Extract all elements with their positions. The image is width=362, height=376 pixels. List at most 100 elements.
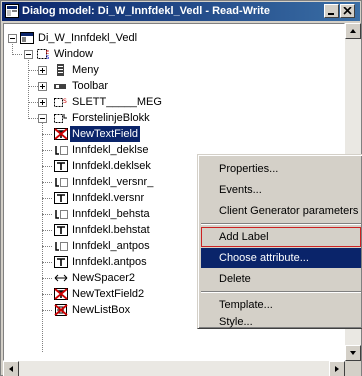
tree-node-label: Innfdekl.deklsek xyxy=(72,160,151,172)
horizontal-scrollbar[interactable] xyxy=(3,361,345,376)
spacer-icon xyxy=(54,274,68,282)
tree-node-newlistbox[interactable]: NewListBox xyxy=(4,302,204,318)
dialog-model-icon xyxy=(20,32,34,44)
expand-toggle[interactable] xyxy=(38,66,47,75)
tree-connector xyxy=(42,262,52,263)
tree-node-newtextfield[interactable]: NewTextField xyxy=(4,126,204,142)
scroll-down-button[interactable] xyxy=(345,345,361,361)
menu-item-events[interactable]: Events... xyxy=(201,180,361,200)
menu-separator xyxy=(201,291,361,293)
collapse-toggle[interactable] xyxy=(38,114,47,123)
scroll-up-button[interactable] xyxy=(345,23,361,39)
tree-connector xyxy=(42,278,52,279)
tree-node-label: Toolbar xyxy=(72,80,109,92)
app-icon xyxy=(5,4,19,18)
svg-text:S: S xyxy=(63,98,67,105)
arrow-up-icon xyxy=(350,29,356,33)
collapse-toggle[interactable] xyxy=(24,50,33,59)
tree-node-label: ForstelinjeBlokk xyxy=(72,112,150,124)
tree-node-label: SLETT_____MEG xyxy=(72,96,162,108)
menu-item-add-label[interactable]: Add Label xyxy=(201,227,361,247)
size-grip xyxy=(345,361,361,376)
tree-connector xyxy=(42,150,52,151)
tree-node-label: NewTextField2 xyxy=(72,288,145,300)
menu-item-style[interactable]: Style... xyxy=(201,312,361,332)
tree-node-newspacer2[interactable]: NewSpacer2 xyxy=(4,270,204,286)
svg-text:S: S xyxy=(46,55,49,60)
menu-separator xyxy=(201,223,361,225)
expand-toggle[interactable] xyxy=(38,98,47,107)
label-icon xyxy=(55,242,68,251)
arrow-left-icon xyxy=(9,366,13,372)
tree-node-label: Innfdekl_behsta xyxy=(72,208,150,220)
tree-connector xyxy=(42,198,52,199)
text-field-error-icon xyxy=(54,128,68,140)
close-icon xyxy=(343,7,352,15)
tree-connector xyxy=(42,230,52,231)
text-field-icon xyxy=(54,256,68,268)
tree-node-label: Innfdekl.antpos xyxy=(72,256,147,268)
scroll-left-button[interactable] xyxy=(3,361,19,376)
scroll-right-button[interactable] xyxy=(329,361,345,376)
tree-connector xyxy=(42,246,52,247)
tree-node-forstelinjeblokk[interactable]: ForstelinjeBlokk xyxy=(4,110,204,126)
window-icon: E S xyxy=(37,49,49,60)
container-icon: S xyxy=(54,98,67,107)
tree-node-newtextfield2[interactable]: NewTextField2 xyxy=(4,286,204,302)
text-field-error-icon xyxy=(54,288,68,300)
tree-node-label: NewTextField xyxy=(70,126,141,142)
tree-node-innfdekl-behsta[interactable]: Innfdekl_behsta xyxy=(4,206,204,222)
menu-item-client-generator-parameters[interactable]: Client Generator parameters xyxy=(201,201,361,221)
tree-node-label: Di_W_Innfdekl_Vedl xyxy=(38,32,138,44)
title-bar[interactable]: Dialog model: Di_W_Innfdekl_Vedl - Read-… xyxy=(2,2,360,21)
text-field-icon xyxy=(54,160,68,172)
tree-connector xyxy=(42,182,52,183)
tree-node-innfdekl-behstat[interactable]: Innfdekl.behstat xyxy=(4,222,204,238)
text-field-icon xyxy=(54,224,68,236)
tree-node-label: Innfdekl.versnr xyxy=(72,192,145,204)
tree-connector xyxy=(42,134,52,135)
tree-node-innfdekl-antpos[interactable]: Innfdekl.antpos xyxy=(4,254,204,270)
label-icon xyxy=(55,210,68,219)
tree-node-root[interactable]: Di_W_Innfdekl_Vedl xyxy=(4,30,204,46)
window-title: Dialog model: Di_W_Innfdekl_Vedl - Read-… xyxy=(22,5,270,17)
tree-node-innfdekl-antpos-label[interactable]: Innfdekl_antpos xyxy=(4,238,204,254)
tree-node-label: Meny xyxy=(72,64,99,76)
tree-node-label: Window xyxy=(54,48,94,60)
tree-node-innfdekl-versnr-label[interactable]: Innfdekl_versnr_ xyxy=(4,174,204,190)
menu-item-delete[interactable]: Delete xyxy=(201,269,361,289)
tree-connector xyxy=(42,166,52,167)
tree-connector xyxy=(42,294,52,295)
tree-node-label: NewSpacer2 xyxy=(72,272,135,284)
tree-node-label: Innfdekl_versnr_ xyxy=(72,176,154,188)
tree-node-window[interactable]: E S Window xyxy=(4,46,204,62)
tree-node-label: NewListBox xyxy=(72,304,131,316)
minimize-button[interactable] xyxy=(324,4,339,18)
tree-node-label: Innfdekl.behstat xyxy=(72,224,150,236)
tree-node-slett-meg[interactable]: S SLETT_____MEG xyxy=(4,94,204,110)
tree-node-toolbar[interactable]: Toolbar xyxy=(4,78,204,94)
menu-item-properties[interactable]: Properties... xyxy=(201,159,361,179)
menu-item-choose-attribute[interactable]: Choose attribute... xyxy=(201,248,361,268)
arrow-right-icon xyxy=(335,366,339,372)
collapse-toggle[interactable] xyxy=(8,34,17,43)
container-icon xyxy=(54,114,67,123)
tree-node-meny[interactable]: Meny xyxy=(4,62,204,78)
tree-node-label: Innfdekl_antpos xyxy=(72,240,150,252)
expand-toggle[interactable] xyxy=(38,82,47,91)
context-menu: Properties... Events... Client Generator… xyxy=(197,154,362,329)
text-field-icon xyxy=(54,192,68,204)
tree-node-label: Innfdekl_deklse xyxy=(72,144,149,156)
tree-connector xyxy=(42,214,52,215)
tree-node-innfdekl-deklse[interactable]: Innfdekl_deklse xyxy=(4,142,204,158)
list-box-error-icon xyxy=(54,304,68,316)
dialog-model-window: Dialog model: Di_W_Innfdekl_Vedl - Read-… xyxy=(0,0,362,376)
tree-node-innfdekl-deklsek[interactable]: Innfdekl.deklsek xyxy=(4,158,204,174)
close-button[interactable] xyxy=(340,4,355,18)
tree-connector xyxy=(42,310,52,311)
menu-icon xyxy=(57,64,64,76)
label-icon xyxy=(55,146,68,155)
label-icon xyxy=(55,178,68,187)
tree-node-innfdekl-versnr[interactable]: Innfdekl.versnr xyxy=(4,190,204,206)
arrow-down-icon xyxy=(350,351,356,355)
